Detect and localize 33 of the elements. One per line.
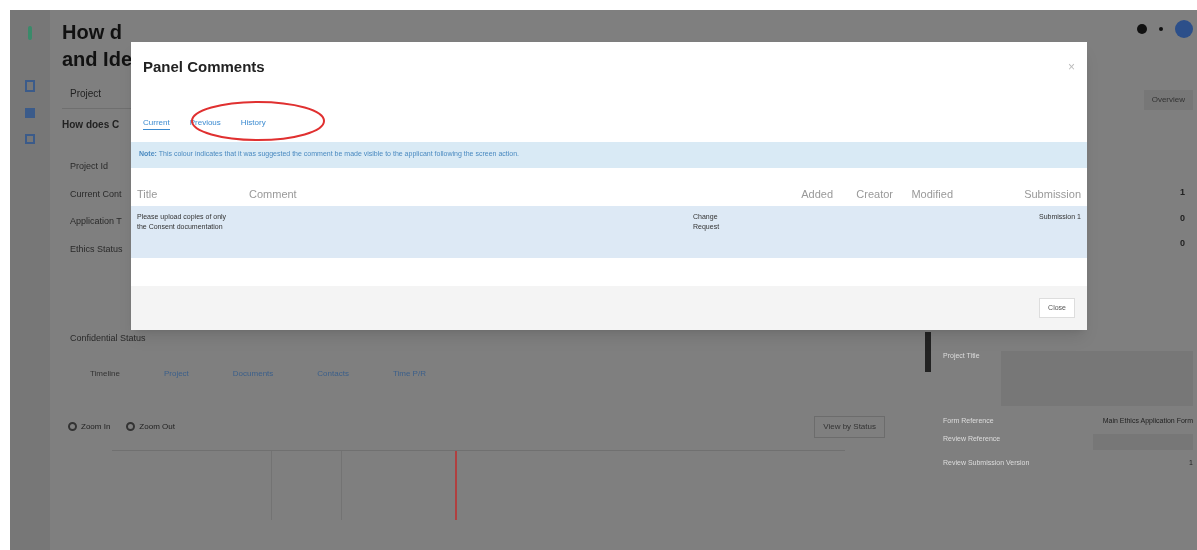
zoom-button[interactable]: Zoom Out xyxy=(126,420,175,433)
column-header: Submission xyxy=(1023,186,1081,202)
dialog-tab[interactable]: History xyxy=(240,116,266,130)
magnifier-icon xyxy=(126,422,136,431)
dialog-title: Panel Comments xyxy=(143,57,265,77)
count-text: 0 xyxy=(1180,237,1185,250)
dialog-tab[interactable]: Current xyxy=(143,116,170,130)
field-label: Confidential Status xyxy=(70,332,146,345)
zoom-button[interactable]: Zoom In xyxy=(68,420,111,433)
avatar[interactable] xyxy=(1175,20,1193,38)
column-header: Creator xyxy=(855,186,893,202)
field-label: Project Id xyxy=(70,160,109,173)
document-icon[interactable] xyxy=(25,80,35,92)
column-header: Title xyxy=(137,186,159,202)
column-header: Added xyxy=(800,186,833,202)
magnifier-icon xyxy=(68,422,77,431)
project-tab[interactable]: Project xyxy=(62,88,110,99)
column-header: Comment xyxy=(249,186,298,202)
count-text: 1 xyxy=(1180,186,1185,199)
calendar-icon[interactable] xyxy=(25,134,35,144)
page-title: and Ide xyxy=(62,47,132,72)
count-text: 0 xyxy=(1180,211,1185,225)
field-label: Application T xyxy=(70,215,122,228)
logo-icon xyxy=(28,26,32,40)
field-label: Ethics Status xyxy=(70,242,123,256)
field-label: Current Cont xyxy=(70,187,122,201)
timeline-tab[interactable]: Timeline xyxy=(90,367,120,380)
view-by-status-button[interactable]: View by Status xyxy=(814,415,885,438)
column-header: Modified xyxy=(910,186,953,202)
help-icon[interactable] xyxy=(1137,24,1147,34)
page-title: How d xyxy=(62,20,122,45)
section-title: How does C xyxy=(62,118,120,132)
overview-button[interactable]: Overview xyxy=(1143,90,1193,110)
